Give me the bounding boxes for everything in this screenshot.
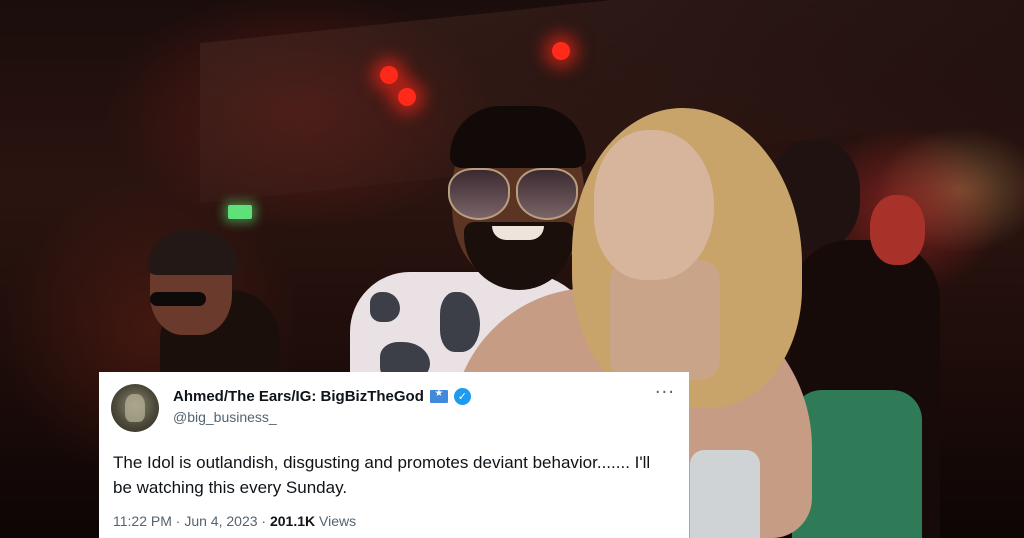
man-hair — [450, 106, 586, 168]
verified-badge-icon: ✓ — [453, 388, 471, 405]
man-smile — [492, 226, 544, 240]
background-person-left-hair — [148, 230, 238, 275]
tweet-meta: 11:22 PM · Jun 4, 2023 · 201.1K Views — [113, 513, 356, 529]
red-ceiling-light — [552, 42, 570, 60]
flag-icon — [429, 388, 448, 403]
red-ceiling-light — [398, 88, 416, 106]
woman-face — [594, 130, 714, 280]
author-handle[interactable]: @big_business_ — [173, 409, 277, 425]
more-options-icon[interactable]: ··· — [655, 382, 675, 403]
background-person-left-glasses — [150, 292, 206, 306]
background-person-red-lit — [870, 195, 925, 265]
tweet-text: The Idol is outlandish, disgusting and p… — [113, 453, 651, 497]
meta-separator: · — [175, 513, 181, 529]
green-sign-light — [228, 205, 252, 219]
views-count: 201.1K — [269, 513, 316, 529]
sunglasses-lens-left — [448, 168, 510, 220]
woman-top — [690, 450, 760, 538]
views-label: Views — [319, 513, 357, 529]
tweet-card: Ahmed/The Ears/IG: BigBizTheGod ✓ @big_b… — [99, 372, 689, 538]
red-ceiling-light — [380, 66, 398, 84]
tweet-date[interactable]: Jun 4, 2023 — [184, 513, 257, 529]
tweet-time[interactable]: 11:22 PM — [113, 513, 172, 529]
author-display-name[interactable]: Ahmed/The Ears/IG: BigBizTheGod — [173, 388, 424, 405]
sunglasses-lens-right — [516, 168, 578, 220]
author-name-row: Ahmed/The Ears/IG: BigBizTheGod ✓ — [173, 388, 471, 405]
avatar[interactable] — [111, 384, 159, 432]
meta-separator: · — [261, 513, 267, 529]
